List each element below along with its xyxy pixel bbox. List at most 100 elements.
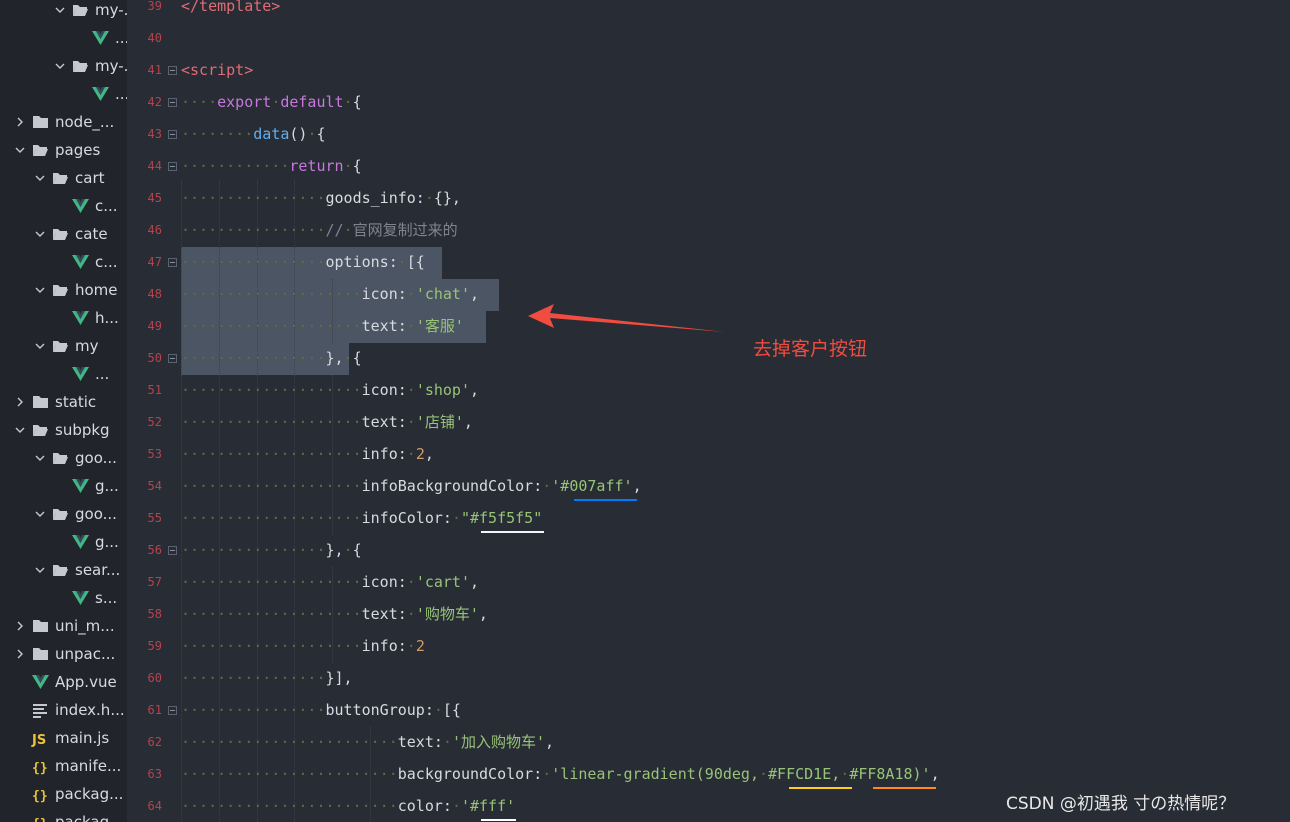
tree-item[interactable]: uni_m... (0, 612, 127, 640)
fold-toggle-icon[interactable] (168, 66, 177, 75)
tree-item[interactable]: my-... (0, 52, 127, 80)
annotation-arrow (528, 304, 725, 332)
code-line[interactable]: 47 ················options:·[{ (127, 247, 1290, 279)
code-line[interactable]: 56 ················},·{ (127, 535, 1290, 567)
code-line[interactable]: 54 ····················infoBackgroundColo… (127, 471, 1290, 503)
code-line[interactable]: 60 ················}], (127, 663, 1290, 695)
fold-toggle-icon[interactable] (168, 162, 177, 171)
tree-item[interactable]: goo... (0, 500, 127, 528)
tree-item[interactable]: {} manife... (0, 752, 127, 780)
code-line[interactable]: 59 ····················info:·2 (127, 631, 1290, 663)
tree-item[interactable]: subpkg (0, 416, 127, 444)
code-line[interactable]: 41 <script> (127, 55, 1290, 87)
tree-item[interactable]: home (0, 276, 127, 304)
line-number: 47 (147, 255, 162, 269)
tree-item-label: s... (95, 589, 118, 607)
code-token: · (406, 445, 416, 463)
tree-item[interactable]: ... (0, 24, 127, 52)
tree-item[interactable]: c... (0, 248, 127, 276)
line-number: 64 (147, 799, 162, 813)
tree-item[interactable]: g... (0, 472, 127, 500)
tree-item[interactable]: index.h... (0, 696, 127, 724)
code-line[interactable]: 42 ····export·default·{ (127, 87, 1290, 119)
fold-toggle-icon[interactable] (168, 354, 177, 363)
tree-item[interactable]: unpac... (0, 640, 127, 668)
tree-item[interactable]: h... (0, 304, 127, 332)
tree-item[interactable]: JS main.js (0, 724, 127, 752)
vue-file-icon (92, 30, 109, 46)
color-swatch-fff (481, 819, 516, 821)
tree-item[interactable]: ... (0, 360, 127, 388)
fold-toggle-icon[interactable] (168, 258, 177, 267)
code-token: ···················· (181, 413, 362, 431)
code-token: · (343, 541, 353, 559)
code-text: ····················info:·2, (181, 444, 434, 464)
code-token: ························ (181, 733, 398, 751)
code-line[interactable]: 58 ····················text:·'购物车', (127, 599, 1290, 631)
vue-file-icon (72, 478, 89, 494)
code-token: ················ (181, 253, 326, 271)
code-line[interactable]: 50 ················},·{ (127, 343, 1290, 375)
code-token: }], (325, 669, 353, 687)
code-token: 2 (415, 637, 425, 655)
code-editor[interactable]: 39 </template> 40 41 <script> 42 ····export·de… (127, 0, 1290, 822)
line-number: 49 (147, 319, 162, 333)
code-token: · (442, 733, 452, 751)
code-token: , (424, 445, 434, 463)
code-line[interactable]: 46 ················//·官网复制过来的 (127, 215, 1290, 247)
line-number: 40 (147, 31, 162, 45)
tree-item[interactable]: node_... (0, 108, 127, 136)
tree-item[interactable]: cart (0, 164, 127, 192)
code-token: [{ (406, 253, 425, 271)
tree-item-label: manife... (55, 757, 122, 775)
code-token: · (433, 701, 443, 719)
code-line[interactable]: 39 </template> (127, 0, 1290, 23)
code-line[interactable]: 61 ················buttonGroup:·[{ (127, 695, 1290, 727)
code-line[interactable]: 40 (127, 23, 1290, 55)
tree-item[interactable]: ... (0, 80, 127, 108)
fold-toggle-icon[interactable] (168, 546, 177, 555)
fold-toggle-icon[interactable] (168, 98, 177, 107)
tree-item-label: pages (55, 141, 101, 159)
tree-item-label: c... (95, 253, 118, 271)
tree-item-label: g... (95, 533, 119, 551)
line-number: 59 (147, 639, 162, 653)
tree-item[interactable]: goo... (0, 444, 127, 472)
code-text: ····export·default·{ (181, 92, 362, 112)
code-text: ························backgroundColor:… (181, 764, 940, 784)
tree-item[interactable]: my-... (0, 0, 127, 24)
tree-item[interactable]: c... (0, 192, 127, 220)
code-line[interactable]: 53 ····················info:·2, (127, 439, 1290, 471)
code-line[interactable]: 45 ················goods_info:·{}, (127, 183, 1290, 215)
code-line[interactable]: 63 ························backgroundColo… (127, 759, 1290, 791)
code-line[interactable]: 44 ············return·{ (127, 151, 1290, 183)
code-token: · (406, 285, 416, 303)
tree-item[interactable]: sear... (0, 556, 127, 584)
tree-item[interactable]: {} packag... (0, 780, 127, 808)
tree-item[interactable]: App.vue (0, 668, 127, 696)
tree-item[interactable]: pages (0, 136, 127, 164)
tree-item[interactable]: {} packag... (0, 808, 127, 822)
tree-item[interactable]: g... (0, 528, 127, 556)
code-token: goods_info: (325, 189, 425, 207)
tree-item[interactable]: static (0, 388, 127, 416)
code-line[interactable]: 43 ········data()·{ (127, 119, 1290, 151)
code-token: · (406, 381, 416, 399)
tree-item[interactable]: cate (0, 220, 127, 248)
tree-item[interactable]: s... (0, 584, 127, 612)
tree-item[interactable]: my (0, 332, 127, 360)
code-line[interactable]: 55 ····················infoColor:·"#f5f5f… (127, 503, 1290, 535)
code-line[interactable]: 51 ····················icon:·'shop', (127, 375, 1290, 407)
code-line[interactable]: 57 ····················icon:·'cart', (127, 567, 1290, 599)
code-line[interactable]: 52 ····················text:·'店铺', (127, 407, 1290, 439)
code-line[interactable]: 62 ························text:·'加入购物车', (127, 727, 1290, 759)
line-number: 60 (147, 671, 162, 685)
code-token: default (280, 93, 344, 111)
code-token: #FF8A18)' (849, 765, 931, 783)
fold-toggle-icon[interactable] (168, 130, 177, 139)
fold-toggle-icon[interactable] (168, 706, 177, 715)
code-text: ················},·{ (181, 348, 362, 368)
